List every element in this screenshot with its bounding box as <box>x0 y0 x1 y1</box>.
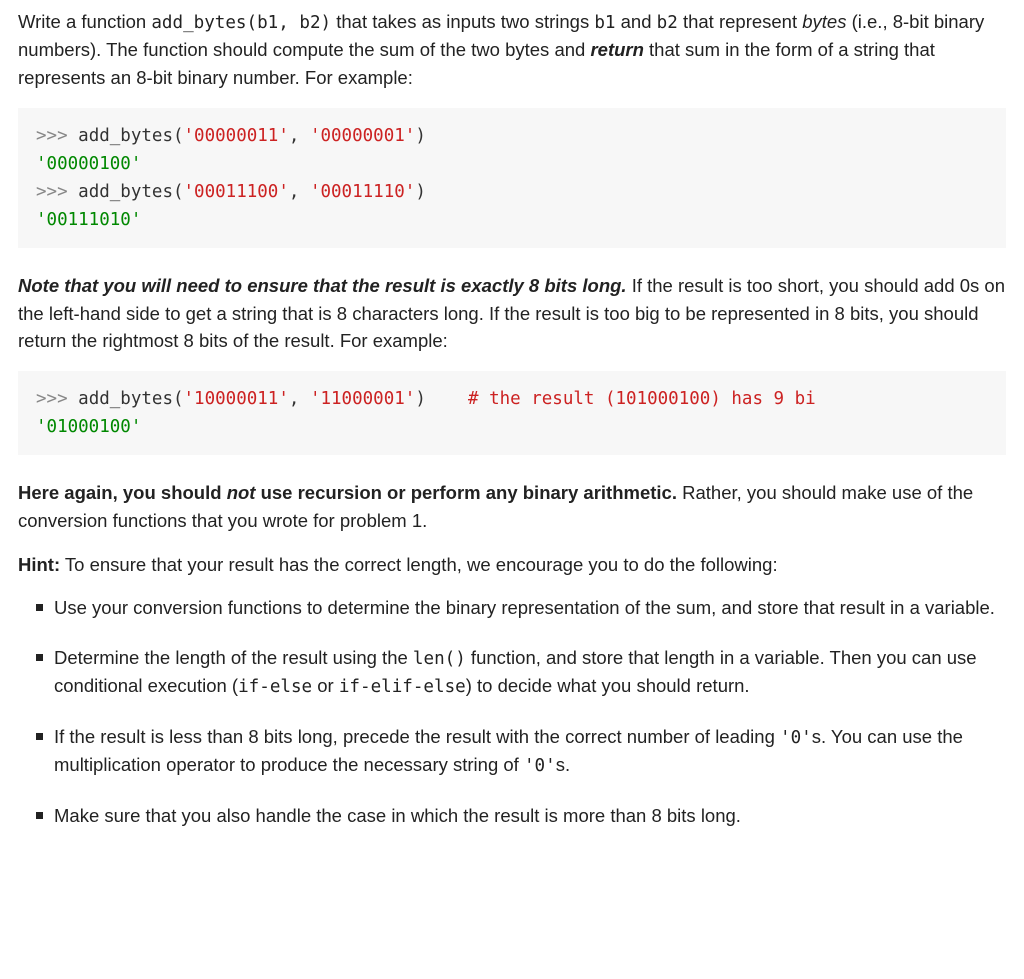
list-item: Use your conversion functions to determi… <box>18 594 1006 622</box>
text: Determine the length of the result using… <box>54 647 413 668</box>
example-code-1: >>> add_bytes('00000011', '00000001') '0… <box>18 108 1006 248</box>
hint-list: Use your conversion functions to determi… <box>18 594 1006 829</box>
text: or <box>312 675 339 696</box>
text: Write a function <box>18 11 151 32</box>
comma: , <box>289 389 310 409</box>
text: Here again, you should <box>18 482 227 503</box>
func-call: add_bytes( <box>78 389 183 409</box>
string-literal: '10000011' <box>184 389 289 409</box>
repl-prompt: >>> <box>36 389 78 409</box>
list-item: If the result is less than 8 bits long, … <box>18 723 1006 780</box>
text: ) to decide what you should return. <box>466 675 750 696</box>
comma: , <box>289 182 310 202</box>
close-paren: ) <box>415 389 468 409</box>
code-ifelifelse: if-elif-else <box>339 677 466 697</box>
repl-prompt: >>> <box>36 182 78 202</box>
string-literal: '00011110' <box>310 182 415 202</box>
list-item: Determine the length of the result using… <box>18 644 1006 701</box>
func-call: add_bytes( <box>78 126 183 146</box>
comment: # the result (101000100) has 9 bi <box>468 389 816 409</box>
output: '01000100' <box>36 417 141 437</box>
func-call: add_bytes( <box>78 182 183 202</box>
string-literal: '11000001' <box>310 389 415 409</box>
em-not: not <box>227 482 256 503</box>
example-code-2: >>> add_bytes('10000011', '11000001') # … <box>18 371 1006 455</box>
string-literal: '00000011' <box>184 126 289 146</box>
code-ifelse: if-else <box>238 677 312 697</box>
code-arg-b1: b1 <box>594 13 615 33</box>
text: If the result is less than 8 bits long, … <box>54 726 780 747</box>
repl-prompt: >>> <box>36 126 78 146</box>
text: and <box>616 11 657 32</box>
text: that takes as inputs two strings <box>331 11 594 32</box>
hint-paragraph: Hint: To ensure that your result has the… <box>18 551 1006 579</box>
output: '00111010' <box>36 210 141 230</box>
em-bytes: bytes <box>802 11 846 32</box>
code-zero: '0' <box>524 756 556 776</box>
output: '00000100' <box>36 154 141 174</box>
list-item: Make sure that you also handle the case … <box>18 802 1006 830</box>
close-paren: ) <box>415 126 426 146</box>
string-literal: '00011100' <box>184 182 289 202</box>
text: s. <box>556 754 570 775</box>
text: To ensure that your result has the corre… <box>60 554 777 575</box>
em-return: return <box>590 39 643 60</box>
text: use recursion or perform any binary arit… <box>255 482 677 503</box>
comma: , <box>289 126 310 146</box>
note-emphasis: Note that you will need to ensure that t… <box>18 275 627 296</box>
code-arg-b2: b2 <box>657 13 678 33</box>
close-paren: ) <box>415 182 426 202</box>
code-zero: '0' <box>780 728 812 748</box>
code-len: len() <box>413 649 466 669</box>
document: Write a function add_bytes(b1, b2) that … <box>0 0 1024 871</box>
intro-paragraph: Write a function add_bytes(b1, b2) that … <box>18 8 1006 92</box>
text: that represent <box>678 11 802 32</box>
code-func-sig: add_bytes(b1, b2) <box>151 13 331 33</box>
note-paragraph: Note that you will need to ensure that t… <box>18 272 1006 355</box>
constraint-paragraph: Here again, you should not use recursion… <box>18 479 1006 535</box>
hint-label: Hint: <box>18 554 60 575</box>
string-literal: '00000001' <box>310 126 415 146</box>
